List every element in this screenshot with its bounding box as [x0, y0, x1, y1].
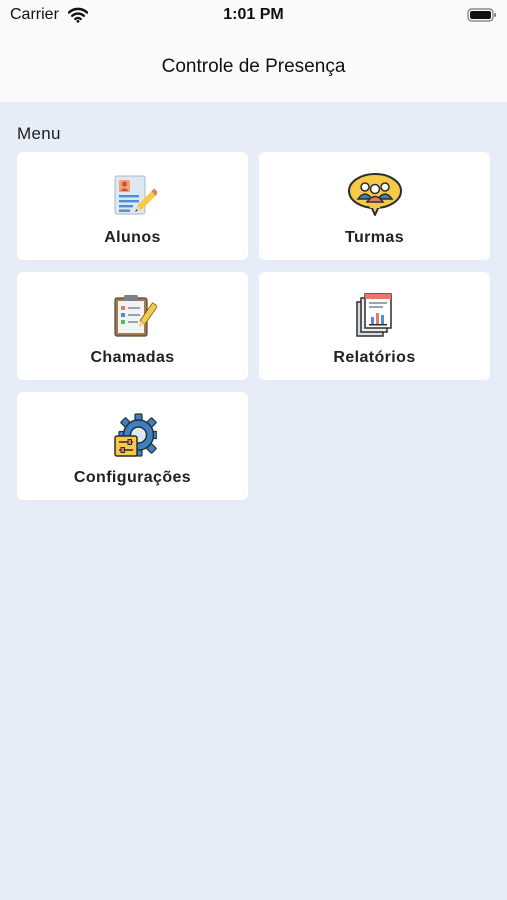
settings-gear-icon [109, 412, 158, 460]
navigation-bar: Controle de Presença [0, 32, 507, 102]
menu-card-chamadas[interactable]: Chamadas [17, 272, 248, 380]
report-documents-icon [351, 292, 399, 340]
group-chat-icon [347, 172, 402, 220]
status-time: 1:01 PM [223, 6, 284, 23]
menu-card-label: Turmas [344, 229, 404, 246]
menu-card-turmas[interactable]: Turmas [259, 152, 490, 260]
page-title: Controle de Presença [161, 56, 346, 77]
menu-card-configuracoes[interactable]: Configurações [17, 392, 248, 500]
menu-card-label: Relatórios [333, 349, 416, 366]
status-bar: Carrier 1:01 PM [0, 0, 507, 32]
clipboard-checklist-icon [109, 292, 158, 340]
menu-card-alunos[interactable]: Alunos [17, 152, 248, 260]
battery-icon [467, 7, 497, 28]
menu-section-title: Menu [17, 124, 61, 143]
menu-card-label: Configurações [73, 469, 192, 486]
menu-card-relatorios[interactable]: Relatórios [259, 272, 490, 380]
menu-card-label: Alunos [104, 229, 161, 246]
student-list-icon [109, 172, 158, 220]
menu-card-label: Chamadas [90, 349, 175, 366]
